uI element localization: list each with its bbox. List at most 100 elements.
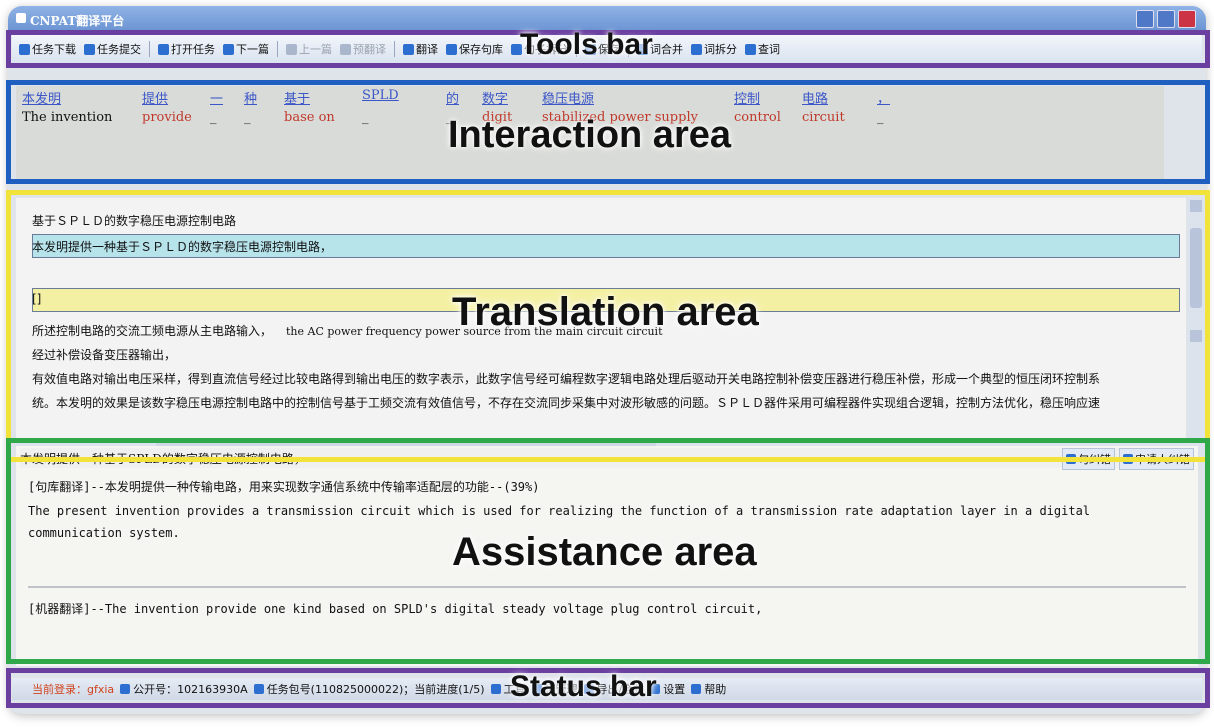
assistance-button-icon — [1123, 454, 1133, 464]
target-word[interactable]: circuit — [802, 110, 845, 125]
status-bar-label: Status bar — [510, 670, 657, 703]
source-word[interactable]: 提供 — [142, 88, 168, 107]
toolbar-button-1[interactable]: 任务提交 — [81, 39, 144, 59]
assistance-button-0[interactable]: 句纠错 — [1062, 448, 1115, 470]
translation-vertical-scrollbar[interactable] — [1188, 198, 1204, 456]
toolbar-button-label: 预翻译 — [353, 43, 386, 56]
status-item-6[interactable]: 帮助 — [691, 681, 726, 697]
translation-line-row: 基于ＳＰＬＤ的数字稳压电源控制电路 — [32, 212, 236, 229]
status-item-icon — [490, 684, 501, 694]
toolbar-button-icon — [286, 43, 297, 55]
source-word[interactable]: 本发明 — [22, 88, 61, 107]
source-word[interactable]: 电路 — [802, 88, 828, 107]
toolbar-button-0[interactable]: 任务下载 — [16, 39, 79, 59]
source-word[interactable]: 数字 — [482, 88, 508, 107]
window-controls — [1136, 10, 1196, 28]
source-word[interactable]: ， — [877, 88, 890, 107]
toolbar-button-7[interactable]: 保存句库 — [443, 39, 506, 59]
corpus-match-label: [句库翻译]--本发明提供一种传输电路，用来实现数字通信系统中传输率适配层的功能… — [28, 480, 540, 494]
toolbar-button-12[interactable]: 查词 — [742, 39, 783, 59]
assistance-area-label: Assistance area — [452, 530, 757, 574]
toolbar-button-6[interactable]: 翻译 — [400, 39, 441, 59]
translation-line: 经过补偿设备变压器输出， — [32, 348, 177, 362]
assistance-button-1[interactable]: 申请人纠错 — [1119, 448, 1194, 470]
tools-bar-label: Tools bar — [520, 28, 653, 61]
source-word[interactable]: 种 — [244, 88, 257, 107]
assistance-button-icon — [1066, 454, 1076, 464]
status-item-label: 公开号：102163930A — [133, 683, 248, 696]
maximize-button[interactable] — [1157, 10, 1175, 28]
toolbar-separator — [149, 41, 150, 57]
status-item-1: 任务包号(110825000022)；当前进度(1/5) — [253, 681, 485, 697]
toolbar-button-label: 保存句库 — [459, 43, 503, 56]
toolbar-separator — [394, 41, 395, 57]
status-item-label: 设置 — [663, 683, 686, 696]
source-word[interactable]: SPLD — [362, 88, 399, 103]
status-item-icon — [691, 684, 702, 694]
scroll-thumb[interactable] — [1190, 228, 1202, 308]
assistance-button-label: 申请人纠错 — [1135, 453, 1190, 466]
translation-line-row: 本发明提供一种基于ＳＰＬＤ的数字稳压电源控制电路， — [32, 238, 332, 255]
translation-line: [] — [32, 292, 42, 306]
source-word[interactable]: 稳压电源 — [542, 88, 594, 107]
target-word[interactable]: The invention — [22, 110, 112, 125]
current-user-label: 当前登录：gfxia — [32, 683, 115, 696]
app-icon — [16, 13, 26, 23]
status-item-icon — [253, 684, 264, 694]
translation-platform-window: CNPAT翻译平台 任务下载 任务提交 打开任务 下一篇 上一篇 预翻译 翻译 保存句库 句子拆… — [8, 6, 1206, 714]
toolbar-button-icon — [158, 43, 169, 55]
assistance-buttons: 句纠错 申请人纠错 — [1062, 448, 1194, 470]
target-word[interactable]: _ — [877, 110, 884, 125]
status-item-icon — [120, 684, 131, 694]
close-button[interactable] — [1178, 10, 1196, 28]
toolbar-button-label: 上一篇 — [299, 43, 332, 56]
toolbar-button-icon — [403, 43, 414, 55]
target-word[interactable]: control — [734, 110, 781, 125]
target-word[interactable]: _ — [210, 110, 217, 125]
minimize-button[interactable] — [1136, 10, 1154, 28]
toolbar-button-label: 下一篇 — [236, 43, 269, 56]
toolbar-button-4[interactable]: 上一篇 — [283, 39, 335, 59]
translation-line-row: 经过补偿设备变压器输出， — [32, 346, 176, 363]
translation-line-row: 统。本发明的效果是该数字稳压电源控制电路中的控制信号基于工频交流有效值信号，不存… — [32, 394, 1100, 411]
toolbar-button-label: 词合并 — [650, 43, 683, 56]
toolbar-button-icon — [691, 43, 702, 55]
interaction-area-label: Interaction area — [448, 114, 731, 156]
scroll-down-arrow-icon[interactable] — [1190, 330, 1202, 342]
toolbar-button-icon — [84, 43, 95, 55]
status-item-0: 公开号：102163930A — [120, 681, 248, 697]
toolbar-button-label: 任务提交 — [97, 43, 141, 56]
toolbar-button-icon — [340, 43, 351, 55]
toolbar-button-5[interactable]: 预翻译 — [337, 39, 389, 59]
toolbar-button-icon — [446, 43, 457, 55]
status-item-label: 帮助 — [704, 683, 727, 696]
translation-line: 基于ＳＰＬＤ的数字稳压电源控制电路 — [32, 214, 237, 228]
toolbar-button-11[interactable]: 词拆分 — [688, 39, 740, 59]
toolbar-button-icon — [745, 43, 756, 55]
translation-line: 所述控制电路的交流工频电源从主电路输入， — [32, 324, 273, 338]
toolbar-button-label: 翻译 — [416, 43, 438, 56]
toolbar-button-2[interactable]: 打开任务 — [155, 39, 218, 59]
translation-line: 本发明提供一种基于ＳＰＬＤ的数字稳压电源控制电路， — [32, 240, 333, 254]
source-word[interactable]: 基于 — [284, 88, 310, 107]
toolbar-button-label: 任务下载 — [32, 43, 76, 56]
source-word[interactable]: 一 — [210, 88, 223, 107]
toolbar-button-label: 查词 — [758, 43, 780, 56]
toolbar-button-icon — [223, 43, 234, 55]
assistance-divider — [28, 586, 1186, 588]
translation-area-label: Translation area — [452, 290, 759, 334]
target-word[interactable]: _ — [362, 110, 369, 125]
source-word[interactable]: 控制 — [734, 88, 760, 107]
toolbar-button-label: 打开任务 — [171, 43, 215, 56]
toolbar-button-3[interactable]: 下一篇 — [220, 39, 272, 59]
target-word[interactable]: base on — [284, 110, 335, 125]
target-word[interactable]: provide — [142, 110, 192, 125]
machine-translation-text: [机器翻译]--The invention provide one kind b… — [28, 602, 763, 616]
target-word[interactable]: _ — [244, 110, 251, 125]
translation-line-row: 有效值电路对输出电压采样，得到直流信号经过比较电路得到输出电压的数字表示，此数字… — [32, 370, 1100, 387]
toolbar-separator — [277, 41, 278, 57]
source-word[interactable]: 的 — [446, 88, 459, 107]
window-title: CNPAT翻译平台 — [30, 14, 125, 28]
translation-line: 统。本发明的效果是该数字稳压电源控制电路中的控制信号基于工频交流有效值信号，不存… — [32, 396, 1101, 410]
scroll-up-arrow-icon[interactable] — [1190, 200, 1202, 212]
